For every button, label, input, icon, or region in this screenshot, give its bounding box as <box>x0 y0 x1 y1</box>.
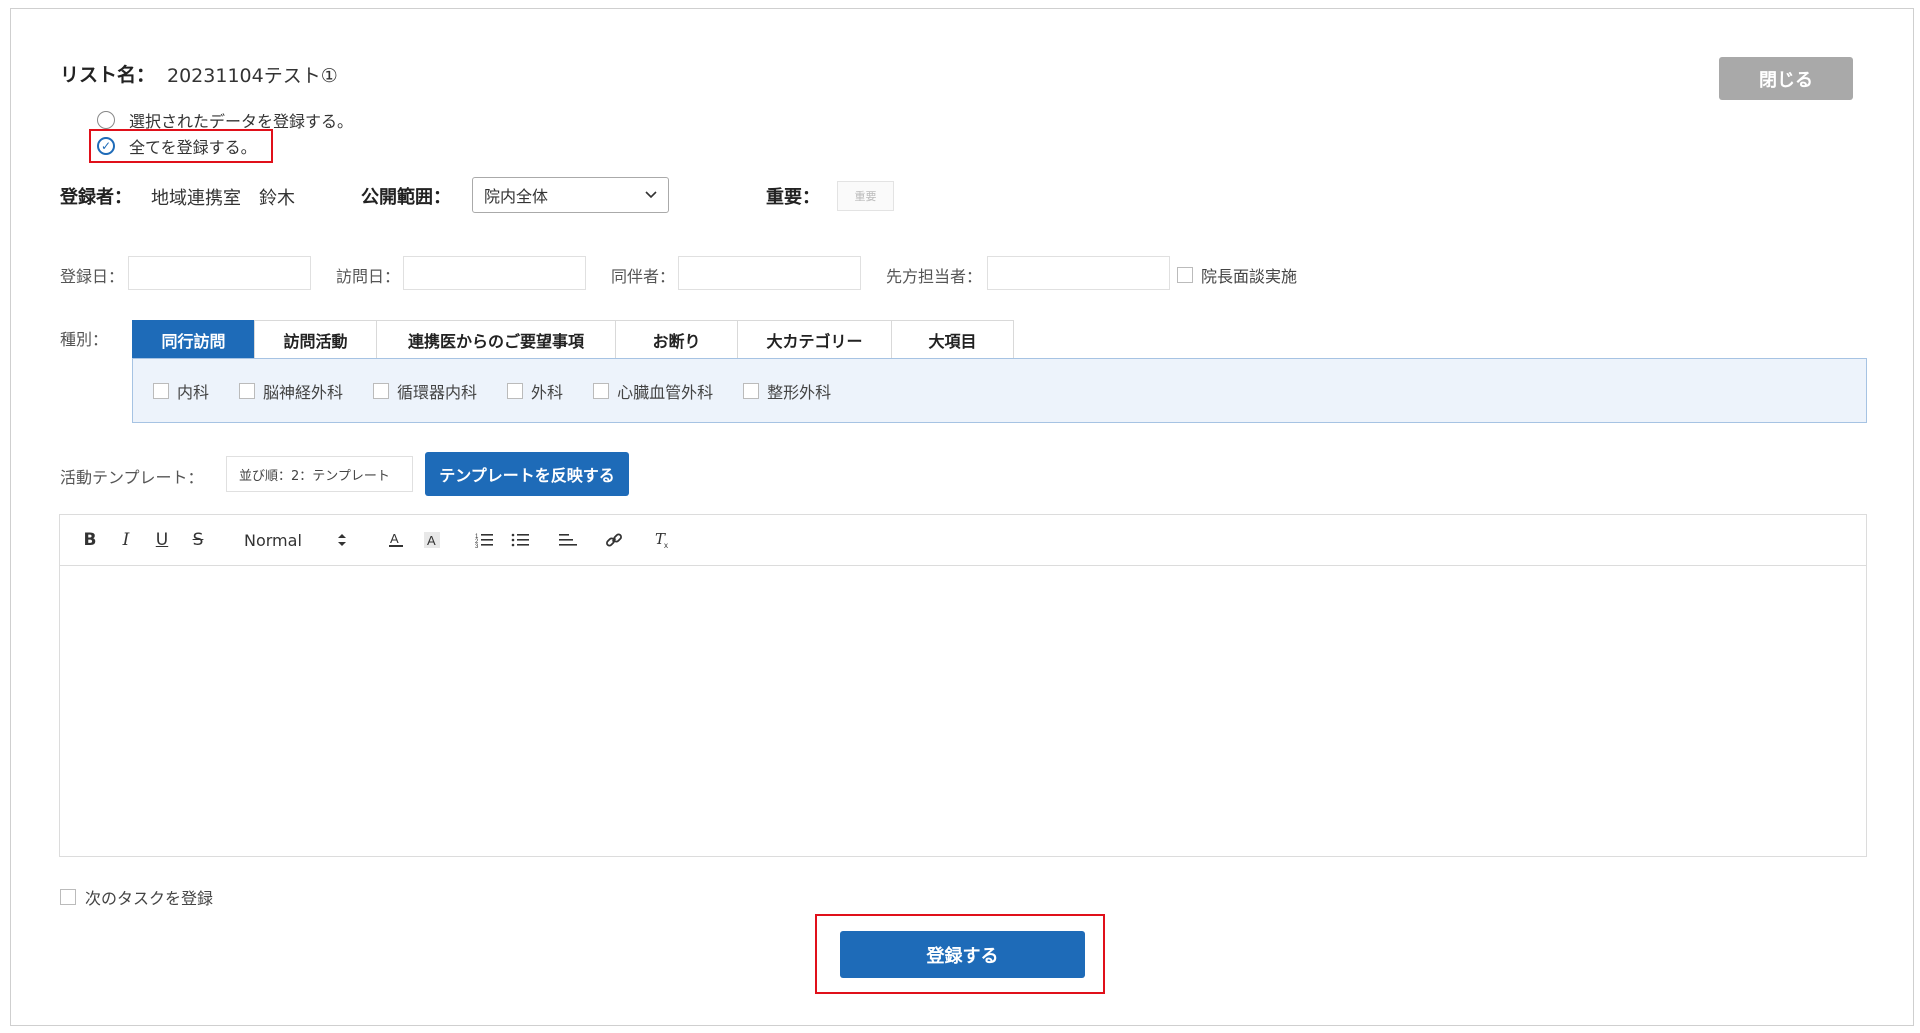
bullet-list-icon[interactable] <box>508 528 532 552</box>
rich-text-editor: B I U S Normal A A 123 Tx <box>59 514 1867 857</box>
clear-format-icon[interactable]: Tx <box>650 528 674 552</box>
tab-visit-activity[interactable]: 訪問活動 <box>254 320 377 358</box>
option-label: 外科 <box>531 382 564 402</box>
option-orthopedics[interactable]: 整形外科 <box>743 379 831 403</box>
next-task-checkbox[interactable]: 次のタスクを登録 <box>60 885 213 909</box>
radio-register-all[interactable]: ✓ 全てを登録する。 <box>97 134 257 158</box>
bold-icon[interactable]: B <box>78 528 102 552</box>
visit-date-label: 訪問日： <box>336 267 401 286</box>
tab-partner-requests[interactable]: 連携医からのご要望事項 <box>376 320 616 358</box>
option-label: 脳神経外科 <box>263 382 344 402</box>
next-task-label: 次のタスクを登録 <box>85 889 214 908</box>
checkbox-box <box>373 382 390 399</box>
tab-major-item[interactable]: 大項目 <box>891 320 1014 358</box>
option-surgery[interactable]: 外科 <box>507 379 563 403</box>
counterpart-label: 先方担当者： <box>886 267 983 286</box>
radio-unchecked-icon <box>97 111 115 129</box>
link-icon[interactable] <box>602 528 626 552</box>
director-interview-checkbox[interactable]: 院長面談実施 <box>1177 263 1297 287</box>
option-cardiovascular-surgery[interactable]: 心臓血管外科 <box>593 379 713 403</box>
italic-icon[interactable]: I <box>114 528 138 552</box>
editor-content-area[interactable] <box>60 566 1866 858</box>
svg-text:A: A <box>427 533 436 548</box>
companion-label: 同伴者： <box>611 267 676 286</box>
list-name-value: 20231104テスト① <box>167 65 338 87</box>
scope-select-value: 院内全体 <box>484 187 549 206</box>
radio-label-all: 全てを登録する。 <box>129 138 257 157</box>
director-interview-label: 院長面談実施 <box>1201 267 1298 286</box>
align-icon[interactable] <box>556 528 580 552</box>
checkbox-box <box>593 382 610 399</box>
visit-date-input[interactable] <box>403 256 586 290</box>
close-button[interactable]: 閉じる <box>1719 57 1853 100</box>
tab-refusal[interactable]: お断り <box>615 320 738 358</box>
apply-template-button[interactable]: テンプレートを反映する <box>425 452 629 496</box>
template-label: 活動テンプレート： <box>60 468 204 487</box>
option-internal-medicine[interactable]: 内科 <box>153 379 209 403</box>
checkbox-box <box>1177 267 1193 283</box>
checkbox-box <box>60 889 76 905</box>
svg-text:x: x <box>664 541 668 549</box>
background-color-icon[interactable]: A <box>420 528 444 552</box>
format-select[interactable]: Normal <box>244 528 302 552</box>
template-select[interactable]: 並び順：2：テンプレート <box>226 456 413 492</box>
scope-select[interactable]: 院内全体 <box>472 177 669 213</box>
svg-text:3: 3 <box>475 544 479 548</box>
tab-major-category[interactable]: 大カテゴリー <box>737 320 892 358</box>
option-neurosurgery[interactable]: 脳神経外科 <box>239 379 343 403</box>
underline-icon[interactable]: U <box>150 528 174 552</box>
submit-button[interactable]: 登録する <box>840 931 1085 978</box>
chevron-down-icon <box>644 185 658 209</box>
scope-label: 公開範囲： <box>361 187 451 208</box>
category-label: 種別： <box>60 330 109 349</box>
option-label: 内科 <box>177 382 210 402</box>
option-label: 循環器内科 <box>397 382 478 402</box>
importance-button[interactable]: 重要 <box>837 181 894 211</box>
up-down-arrows-icon[interactable] <box>330 528 354 552</box>
editor-toolbar: B I U S Normal A A 123 Tx <box>60 515 1866 566</box>
strikethrough-icon[interactable]: S <box>186 528 210 552</box>
counterpart-input[interactable] <box>987 256 1170 290</box>
option-label: 整形外科 <box>767 382 832 402</box>
option-cardiology[interactable]: 循環器内科 <box>373 379 477 403</box>
text-color-icon[interactable]: A <box>384 528 408 552</box>
category-tabs: 同行訪問 訪問活動 連携医からのご要望事項 お断り 大カテゴリー 大項目 <box>132 320 1014 358</box>
checkbox-box <box>153 382 169 399</box>
option-label: 心臓血管外科 <box>617 382 714 402</box>
registrant-value: 地域連携室 鈴木 <box>151 188 295 209</box>
svg-text:A: A <box>390 531 399 546</box>
companion-input[interactable] <box>678 256 861 290</box>
tab-accompany-visit[interactable]: 同行訪問 <box>132 320 255 358</box>
ordered-list-icon[interactable]: 123 <box>472 528 496 552</box>
checkbox-box <box>507 382 524 399</box>
register-date-input[interactable] <box>128 256 311 290</box>
category-tab-panel: 内科 脳神経外科 循環器内科 外科 心臓血管外科 整形外科 <box>132 358 1867 423</box>
importance-label: 重要： <box>766 187 820 208</box>
checkbox-box <box>743 382 760 399</box>
register-date-label: 登録日： <box>60 267 125 286</box>
registrant-label: 登録者： <box>60 187 132 208</box>
radio-checked-icon: ✓ <box>97 137 115 155</box>
list-name-label: リスト名： <box>60 64 156 86</box>
checkbox-box <box>239 382 256 399</box>
